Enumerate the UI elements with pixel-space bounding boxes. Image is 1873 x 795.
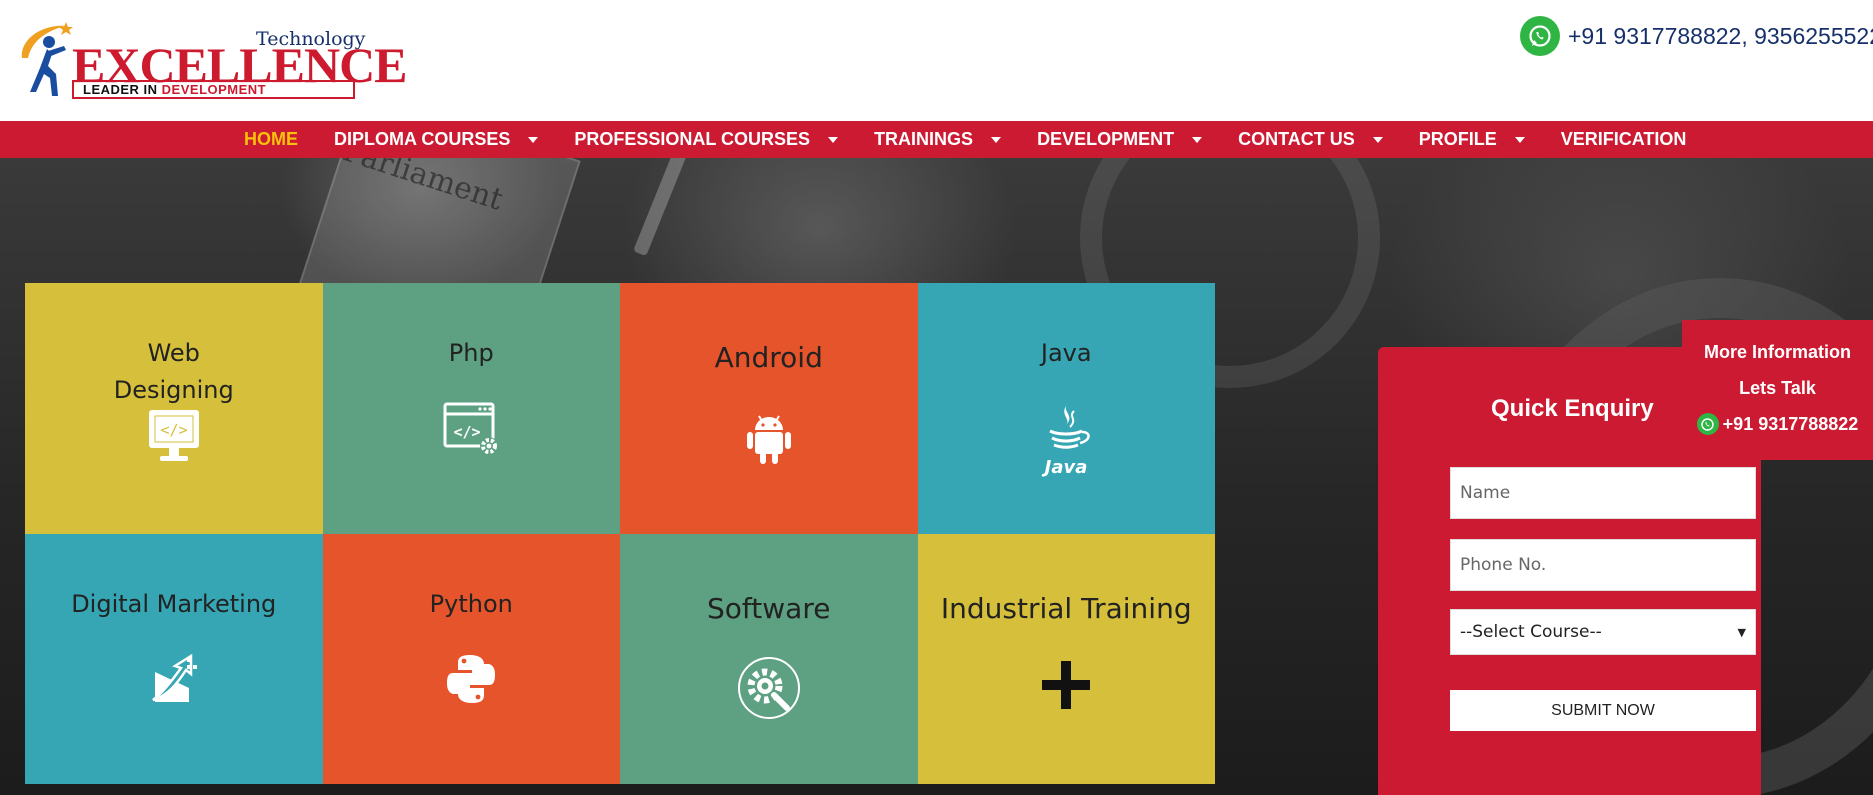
course-tile-title: Digital Marketing <box>71 589 277 618</box>
nav-item-label: DIPLOMA COURSES <box>334 129 511 149</box>
course-tile-title: Industrial Training <box>940 591 1192 625</box>
whatsapp-icon <box>1696 413 1719 435</box>
python-icon <box>447 654 496 703</box>
course-tile-web-designing[interactable]: Web Designing </> <box>25 283 323 534</box>
nav-item-profile[interactable]: PROFILE <box>1419 129 1525 150</box>
lets-talk-text: Lets Talk <box>1739 378 1816 398</box>
name-input[interactable] <box>1450 467 1756 519</box>
course-tile-java[interactable]: Java Java <box>917 283 1215 534</box>
caret-down-icon <box>991 136 1002 143</box>
nav-item-label: CONTACT US <box>1238 129 1355 149</box>
nav-item-label: PROFESSIONAL COURSES <box>574 129 811 149</box>
caret-down-icon <box>1514 136 1525 143</box>
nav-item-label: VERIFICATION <box>1560 129 1687 149</box>
plus-icon <box>1042 660 1091 709</box>
quick-enquiry-title: Quick Enquiry <box>1491 395 1654 422</box>
course-tile-industrial-training[interactable]: Industrial Training <box>917 533 1215 784</box>
main-nav-list: HOME DIPLOMA COURSES PROFESSIONAL COURSES T… <box>244 121 1722 158</box>
course-tile-software[interactable]: Software <box>620 533 918 784</box>
course-tiles-grid: Web Designing </> Php </> Android Java J… <box>25 283 1215 784</box>
more-information-box[interactable]: More Information Lets Talk +91 931778882… <box>1682 320 1873 460</box>
side-phone-number: +91 9317788822 <box>1722 414 1859 434</box>
site-header: Technology EXCELLENCE LEADER IN DEVELOPM… <box>0 0 1873 121</box>
select-arrow-icon: ▼ <box>1737 625 1746 639</box>
svg-text:Java: Java <box>1042 457 1088 478</box>
nav-item-professional-courses[interactable]: PROFESSIONAL COURSES <box>574 129 839 150</box>
more-information-text: More Information <box>1704 342 1851 362</box>
nav-item-label: DEVELOPMENT <box>1037 129 1175 149</box>
growth-arrow-icon <box>151 653 197 702</box>
header-phone[interactable]: +91 9317788822, 9356255522 <box>1520 16 1873 56</box>
caret-down-icon <box>1192 136 1203 143</box>
caret-down-icon <box>828 136 839 143</box>
logo-tagline-part1: LEADER IN <box>83 82 162 97</box>
phone-input[interactable] <box>1450 539 1756 591</box>
software-gear-icon <box>737 656 800 719</box>
course-tile-title: Php <box>448 339 494 367</box>
course-select-value: --Select Course-- <box>1460 622 1602 642</box>
whatsapp-icon <box>1520 16 1560 56</box>
logo-tagline: LEADER IN DEVELOPMENT <box>72 80 355 99</box>
caret-down-icon <box>528 136 539 143</box>
nav-item-diploma-courses[interactable]: DIPLOMA COURSES <box>334 129 539 150</box>
caret-down-icon <box>1372 136 1383 143</box>
course-tile-title: Python <box>429 589 513 618</box>
svg-text:</>: </> <box>454 423 481 441</box>
course-tile-title: Java <box>1040 339 1092 367</box>
browser-code-gear-icon: </> <box>443 402 499 455</box>
course-tile-php[interactable]: Php </> <box>322 283 620 534</box>
nav-item-trainings[interactable]: TRAININGS <box>874 129 1002 150</box>
nav-item-home[interactable]: HOME <box>244 129 298 150</box>
nav-item-label: TRAININGS <box>874 129 974 149</box>
course-tile-title: Software <box>707 591 831 625</box>
svg-text:</>: </> <box>160 421 187 439</box>
hero-section: Parliament Web Designing </> Php </> And… <box>0 158 1873 795</box>
nav-item-label: HOME <box>244 129 298 149</box>
running-figure-logo-icon <box>21 22 73 96</box>
nav-item-verification[interactable]: VERIFICATION <box>1561 129 1687 150</box>
header-phone-number: +91 9317788822, 9356255522 <box>1568 22 1873 49</box>
monitor-code-icon: </> <box>148 410 199 461</box>
nav-item-label: PROFILE <box>1418 129 1497 149</box>
course-select[interactable]: --Select Course-- ▼ <box>1450 609 1756 655</box>
nav-item-development[interactable]: DEVELOPMENT <box>1037 129 1203 150</box>
site-logo[interactable]: Technology EXCELLENCE LEADER IN DEVELOPM… <box>14 18 408 100</box>
course-tile-python[interactable]: Python <box>322 533 620 784</box>
java-icon: Java <box>1042 403 1090 478</box>
course-tile-title: Android <box>714 341 823 374</box>
background-pen <box>633 158 691 257</box>
nav-item-contact-us[interactable]: CONTACT US <box>1238 129 1383 150</box>
side-phone-row[interactable]: +91 9317788822 <box>1682 406 1873 442</box>
logo-tagline-part2: DEVELOPMENT <box>161 82 267 97</box>
course-tile-android[interactable]: Android <box>620 283 918 534</box>
main-nav: HOME DIPLOMA COURSES PROFESSIONAL COURSES T… <box>0 121 1873 158</box>
course-tile-digital-marketing[interactable]: Digital Marketing <box>25 533 323 784</box>
course-tile-title: Web Designing <box>113 339 234 404</box>
android-icon <box>746 415 791 464</box>
submit-now-button[interactable]: SUBMIT NOW <box>1450 690 1756 731</box>
